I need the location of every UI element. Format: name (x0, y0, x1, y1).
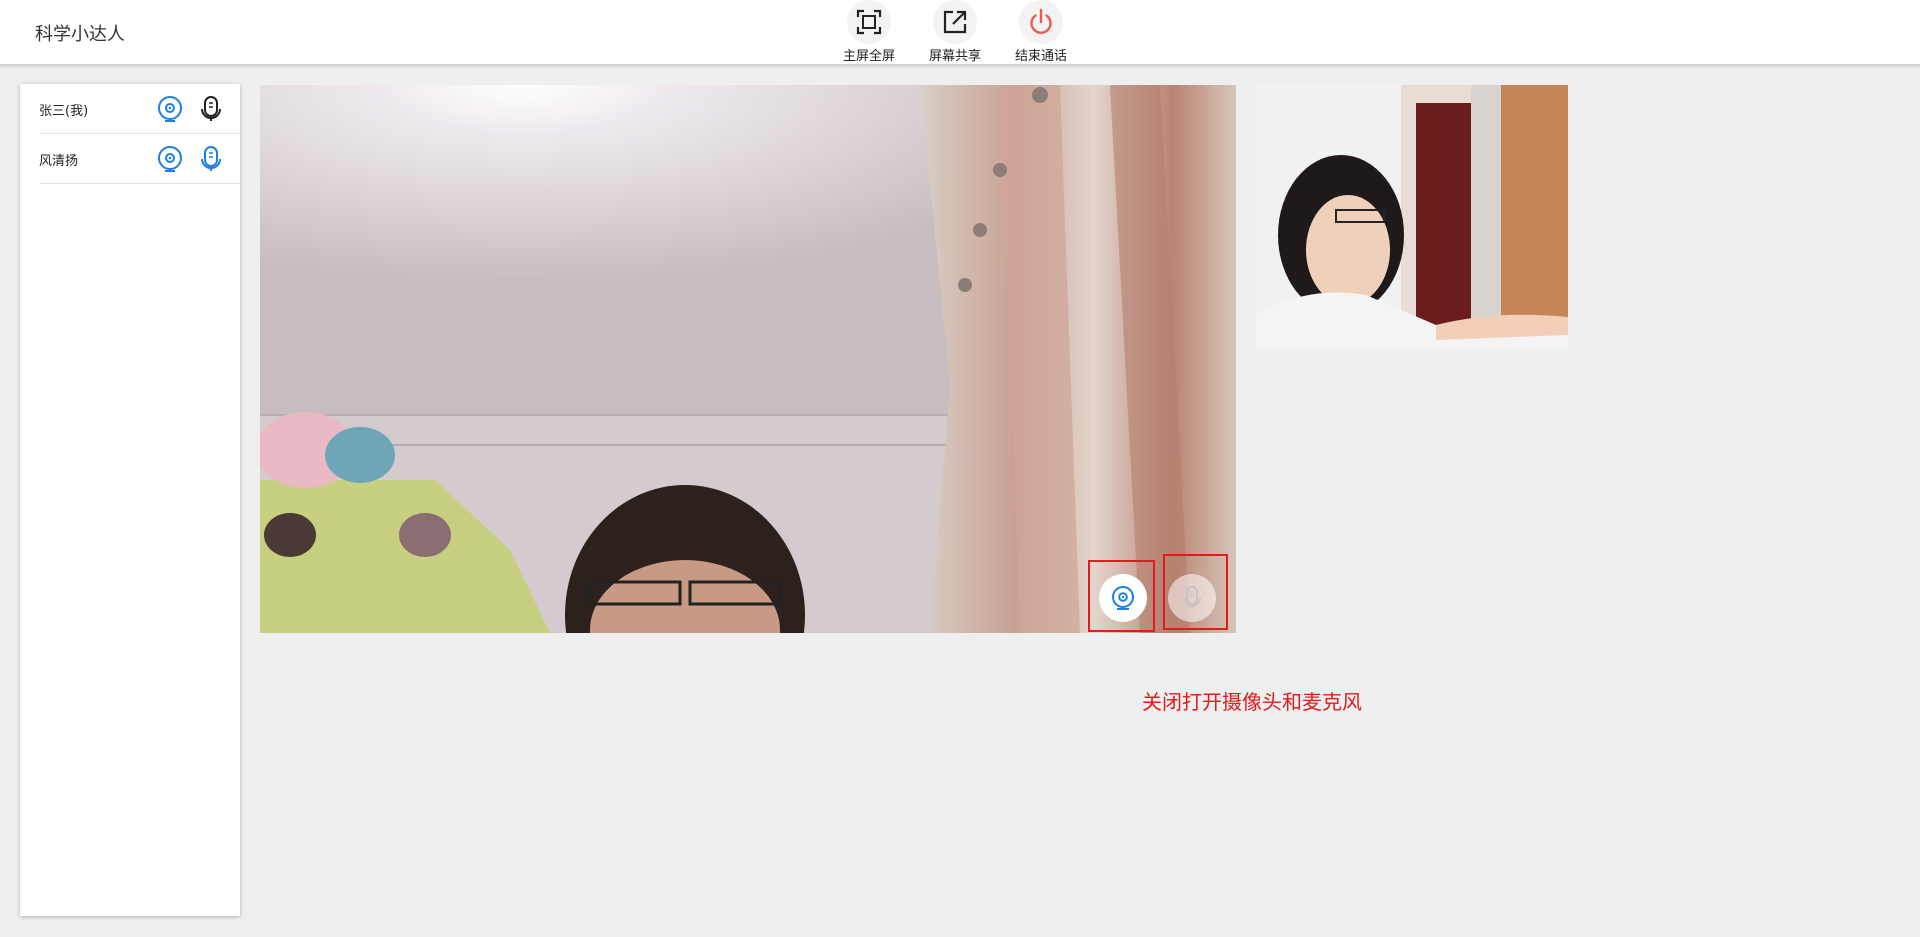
top-bar: 科学小达人 主屏全屏 屏幕共享 结束通话 (0, 0, 1920, 65)
member-list: 张三(我) 风清扬 (20, 84, 240, 916)
member-name: 张三(我) (39, 104, 89, 119)
mic-icon[interactable] (197, 145, 225, 173)
member-name: 风清扬 (39, 154, 79, 169)
screen-share-button[interactable]: 屏幕共享 (924, 0, 986, 64)
end-call-label: 结束通话 (1014, 49, 1067, 64)
fullscreen-icon (847, 0, 891, 44)
main-screen-fullscreen-button[interactable]: 主屏全屏 (838, 0, 900, 64)
video-frame-image (260, 85, 1236, 633)
camera-icon (1112, 586, 1134, 610)
app-title: 科学小达人 (35, 24, 125, 45)
mic-icon[interactable] (197, 95, 225, 123)
power-icon (1019, 0, 1063, 44)
remote-video[interactable] (1256, 85, 1568, 349)
mic-icon (1183, 586, 1201, 609)
mic-toggle-button[interactable] (1168, 574, 1216, 622)
annotation-text: 关闭打开摄像头和麦克风 (1142, 690, 1362, 714)
camera-toggle-button[interactable] (1099, 574, 1147, 622)
screen-share-icon (933, 0, 977, 44)
member-row: 风清扬 (39, 134, 240, 184)
camera-icon[interactable] (156, 95, 184, 123)
member-row: 张三(我) (39, 84, 240, 134)
call-toolbar: 主屏全屏 屏幕共享 结束通话 (838, 0, 1072, 64)
camera-icon[interactable] (156, 145, 184, 173)
fullscreen-label: 主屏全屏 (842, 49, 895, 64)
screen-share-label: 屏幕共享 (928, 49, 981, 64)
remote-video-image (1256, 85, 1568, 349)
end-call-button[interactable]: 结束通话 (1010, 0, 1072, 64)
main-video[interactable] (260, 85, 1236, 633)
